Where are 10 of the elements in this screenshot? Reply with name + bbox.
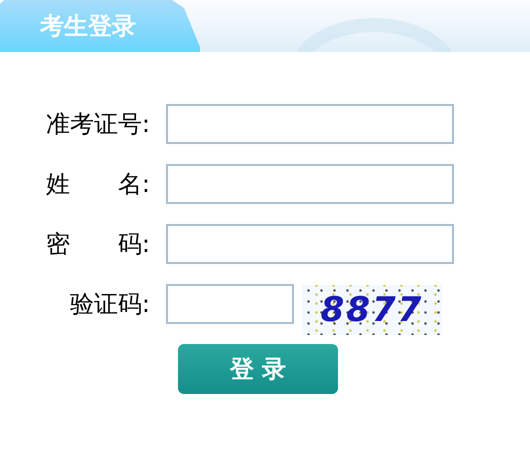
field-label: 验证码: — [68, 289, 151, 320]
input-field[interactable] — [166, 104, 454, 144]
captcha-code: 8877 — [302, 285, 442, 335]
login-button[interactable]: 登 录 — [178, 344, 338, 394]
field-label: 姓 名: — [44, 169, 151, 200]
field-label: 密 码: — [44, 229, 151, 260]
input-field[interactable] — [166, 164, 454, 204]
password-field[interactable] — [166, 224, 454, 264]
captcha-field[interactable] — [166, 284, 294, 324]
field-label: 准考证号: — [44, 109, 151, 140]
